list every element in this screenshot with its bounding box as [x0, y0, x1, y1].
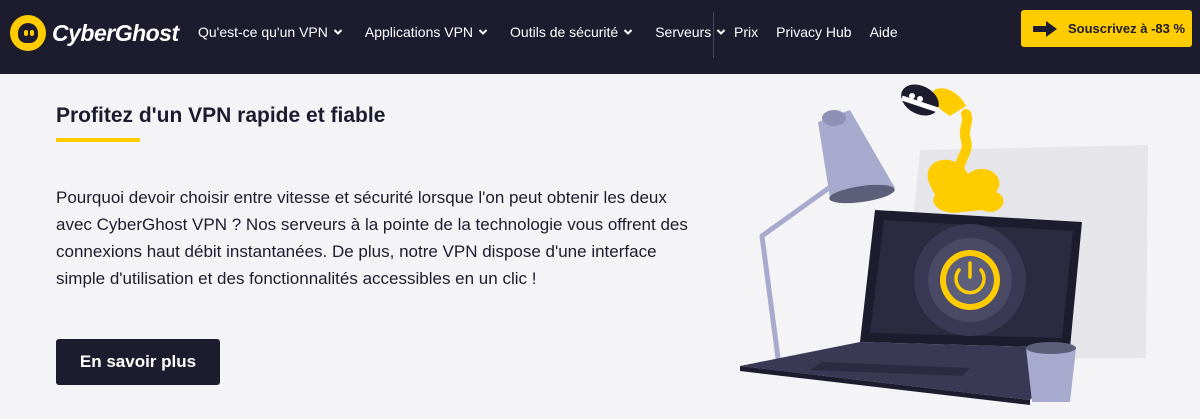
menu-item-vpn-apps[interactable]: Applications VPN [365, 24, 488, 40]
menu-item-label: Qu'est-ce qu'un VPN [198, 24, 328, 40]
logo-wordmark: CyberGhost [52, 19, 179, 46]
nav-divider [713, 12, 714, 58]
cyberghost-logo[interactable]: CyberGhost [10, 13, 179, 53]
hero-heading: Profitez d'un VPN rapide et fiable [56, 104, 386, 127]
secondary-menu: Prix Privacy Hub Aide [734, 22, 916, 42]
menu-item-what-is-vpn[interactable]: Qu'est-ce qu'un VPN [198, 24, 343, 40]
heading-underline [56, 138, 140, 142]
menu-item-label: Outils de sécurité [510, 24, 619, 40]
menu-item-label: Applications VPN [364, 24, 474, 40]
chevron-down-icon [623, 27, 633, 37]
chevron-down-icon [716, 27, 726, 37]
chevron-down-icon [333, 27, 343, 37]
link-help[interactable]: Aide [870, 24, 898, 40]
link-privacy-hub[interactable]: Privacy Hub [776, 24, 851, 40]
learn-more-button[interactable]: En savoir plus [56, 339, 220, 385]
chevron-down-icon [478, 27, 488, 37]
top-navigation-bar: CyberGhost Qu'est-ce qu'un VPN Applicati… [0, 0, 1200, 74]
link-pricing[interactable]: Prix [734, 24, 758, 40]
ghost-logo-icon [10, 15, 46, 51]
menu-item-security-tools[interactable]: Outils de sécurité [510, 24, 633, 40]
subscribe-button[interactable]: Souscrivez à -83 % [1021, 10, 1192, 47]
main-menu: Qu'est-ce qu'un VPN Applications VPN Out… [198, 22, 748, 42]
subscribe-button-label: Souscrivez à -83 % [1068, 21, 1186, 36]
arrow-right-icon [1032, 20, 1058, 38]
hero-description: Pourquoi devoir choisir entre vitesse et… [56, 188, 688, 288]
menu-item-label: Serveurs [655, 24, 712, 40]
laptop-lamp-rocket-illustration [740, 84, 1148, 405]
menu-item-servers[interactable]: Serveurs [655, 24, 726, 40]
